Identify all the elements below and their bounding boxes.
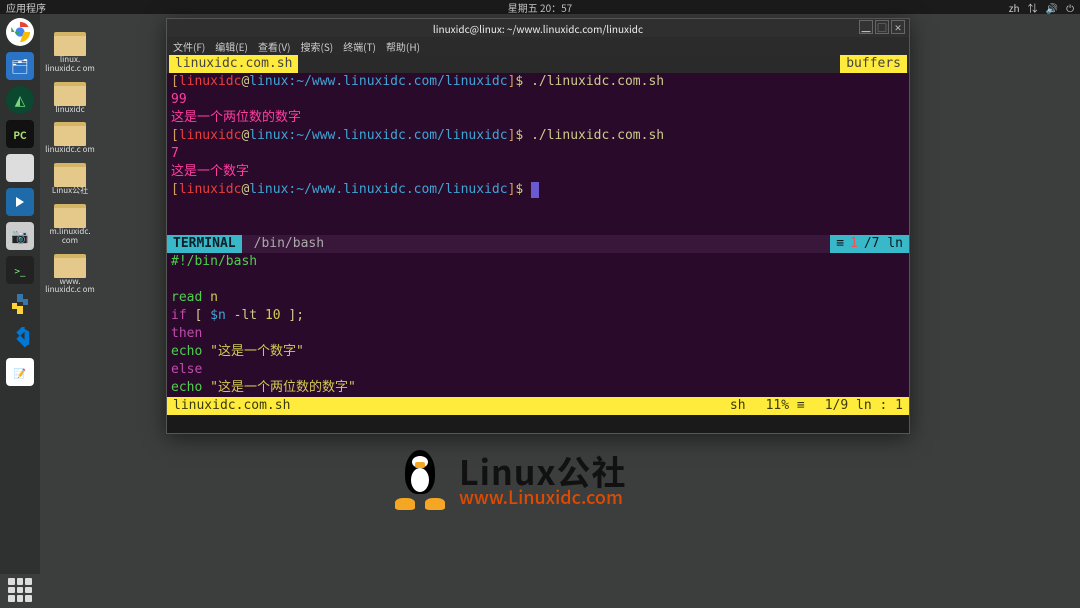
status-position: 1/9 ln : 1	[825, 397, 903, 415]
terminal-output: 99	[171, 91, 905, 109]
divider-position: 1	[850, 235, 858, 253]
window-minimize-button[interactable]: ▁	[859, 20, 873, 34]
terminal-cursor	[531, 182, 539, 198]
desktop-folder[interactable]: Linux公社	[45, 163, 95, 196]
terminal-output: 这是一个数字	[171, 163, 905, 181]
terminal-output-pane[interactable]: [linuxidc@linux:~/www.linuxidc.com/linux…	[167, 73, 909, 235]
desktop-folder[interactable]: m.linuxidc. com	[45, 204, 95, 246]
terminal-menubar: 文件(F) 编辑(E) 查看(V) 搜索(S) 终端(T) 帮助(H)	[167, 37, 909, 55]
menu-search[interactable]: 搜索(S)	[300, 39, 333, 54]
terminal-output: 7	[171, 145, 905, 163]
applications-menu[interactable]: 应用程序	[6, 0, 46, 15]
status-filetype: sh	[730, 397, 746, 415]
terminal-body[interactable]: linuxidc.com.sh buffers [linuxidc@linux:…	[167, 55, 909, 433]
menu-file[interactable]: 文件(F)	[173, 39, 205, 54]
clock[interactable]: 星期五 20：57	[508, 0, 572, 15]
window-title: linuxidc@linux: ~/www.linuxidc.com/linux…	[433, 21, 643, 36]
buffers-button[interactable]: buffers	[840, 55, 907, 73]
divider-total: /7 ln	[864, 235, 903, 253]
tux-icon	[395, 450, 451, 510]
editor-pane[interactable]: #!/bin/bash read n if [ $n -lt 10 ]; the…	[167, 253, 909, 397]
desktop-folder[interactable]: www. linuxidc.c om	[45, 254, 95, 296]
show-applications-button[interactable]	[8, 578, 32, 602]
pane-path: /bin/bash	[242, 235, 324, 253]
desktop-icons: linux. linuxidc.c om linuxidc linuxidc.c…	[45, 32, 95, 295]
terminal-output: 这是一个两位数的数字	[171, 109, 905, 127]
terminal-window: linuxidc@linux: ~/www.linuxidc.com/linux…	[166, 18, 910, 434]
gnome-top-panel: 应用程序 星期五 20：57 zh ⇅ 🔊 ⏻	[0, 0, 1080, 14]
input-method-indicator[interactable]: zh	[1009, 0, 1020, 15]
camera-icon[interactable]: 📷	[6, 222, 34, 250]
window-titlebar[interactable]: linuxidc@linux: ~/www.linuxidc.com/linux…	[167, 19, 909, 37]
volume-icon[interactable]: 🔊	[1046, 0, 1058, 15]
network-icon[interactable]: ⇅	[1028, 0, 1038, 15]
status-filename: linuxidc.com.sh	[173, 397, 290, 415]
menu-view[interactable]: 查看(V)	[258, 39, 291, 54]
brand-url: www.Linuxidc.com	[459, 488, 627, 506]
android-studio-icon[interactable]: ◭	[6, 86, 34, 114]
buffer-bar: linuxidc.com.sh buffers	[167, 55, 909, 73]
python-icon[interactable]	[6, 290, 34, 318]
divider-menu-icon[interactable]: ≡	[836, 235, 844, 253]
desktop-folder[interactable]: linux. linuxidc.c om	[45, 32, 95, 74]
terminal-icon[interactable]: >_	[6, 256, 34, 284]
desktop-folder[interactable]: linuxidc.c om	[45, 122, 95, 155]
status-percent: 11% ≡	[766, 397, 805, 415]
buffer-tab[interactable]: linuxidc.com.sh	[169, 55, 298, 73]
command-line-area[interactable]	[167, 415, 909, 433]
app-icon-1[interactable]: ⊞	[6, 154, 34, 182]
gedit-icon[interactable]: 📝	[6, 358, 34, 386]
desktop-watermark: Linux公社 www.Linuxidc.com	[395, 450, 627, 510]
pycharm-icon[interactable]: PC	[6, 120, 34, 148]
window-maximize-button[interactable]: ▢	[875, 20, 889, 34]
vscode-icon[interactable]	[6, 324, 34, 352]
power-icon[interactable]: ⏻	[1066, 0, 1074, 15]
desktop-folder[interactable]: linuxidc	[45, 82, 95, 115]
brand-title: Linux公社	[459, 454, 627, 488]
menu-terminal[interactable]: 终端(T)	[343, 39, 376, 54]
chrome-icon[interactable]	[6, 18, 34, 46]
pane-divider-bar: TERMINAL /bin/bash ≡ 1 /7 ln	[167, 235, 909, 253]
app-icon-2[interactable]	[6, 188, 34, 216]
window-close-button[interactable]: ✕	[891, 20, 905, 34]
pane-label: TERMINAL	[167, 235, 242, 253]
menu-help[interactable]: 帮助(H)	[386, 39, 420, 54]
editor-status-bar: linuxidc.com.sh sh 11% ≡ 1/9 ln : 1	[167, 397, 909, 415]
dock: 🗂 ◭ PC ⊞ 📷 >_ 📝	[0, 14, 40, 574]
files-icon[interactable]: 🗂	[6, 52, 34, 80]
menu-edit[interactable]: 编辑(E)	[215, 39, 248, 54]
